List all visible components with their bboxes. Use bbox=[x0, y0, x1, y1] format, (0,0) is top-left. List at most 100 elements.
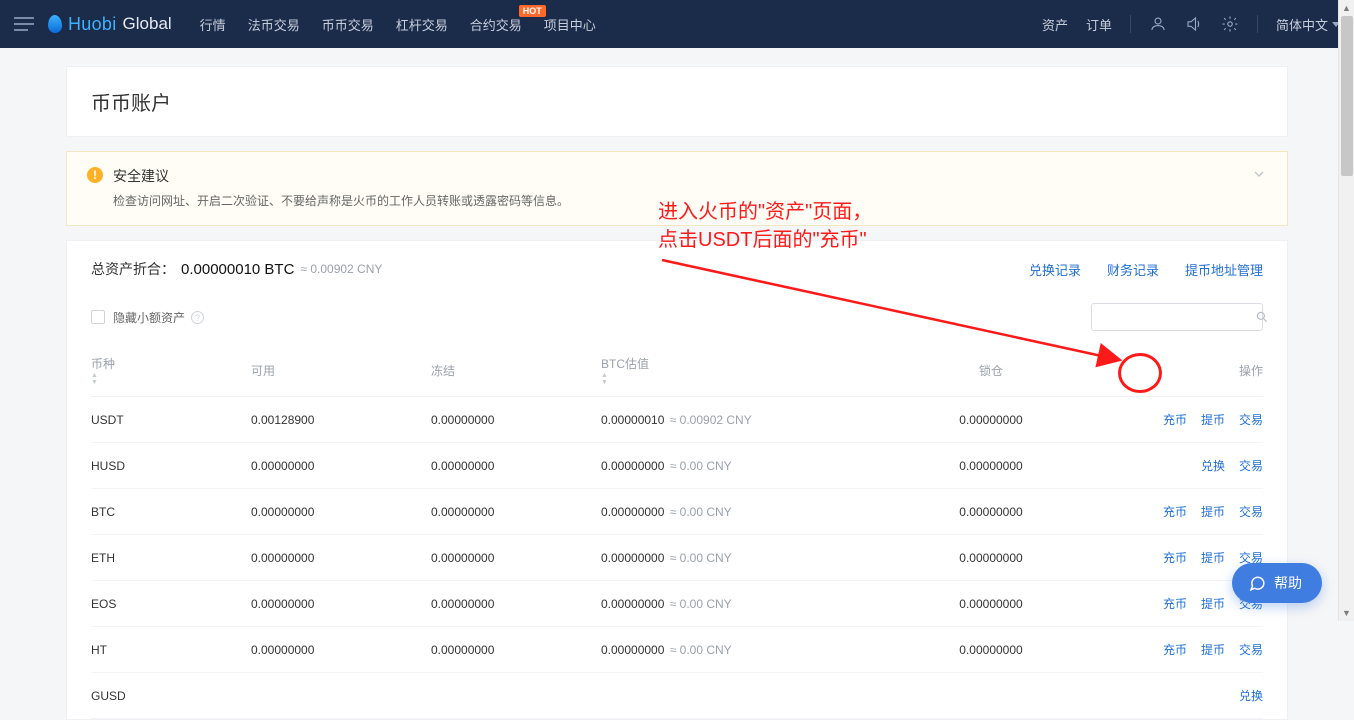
page-title: 币币账户 bbox=[66, 66, 1288, 137]
col-btc-value[interactable]: BTC估值▲▼ bbox=[601, 355, 901, 386]
right-nav: 资产 订单 简体中文 bbox=[1042, 15, 1340, 34]
search-box[interactable] bbox=[1091, 303, 1263, 331]
cell-lock: 0.00000000 bbox=[901, 413, 1081, 427]
cell-frozen: 0.00000000 bbox=[431, 459, 601, 473]
op-link[interactable]: 充币 bbox=[1163, 503, 1187, 520]
cell-lock: 0.00000000 bbox=[901, 643, 1081, 657]
divider bbox=[1257, 15, 1258, 33]
nav-item[interactable]: 杠杆交易 bbox=[396, 15, 448, 34]
scrollbar[interactable]: ▲ ▼ bbox=[1338, 0, 1354, 621]
col-frozen: 冻结 bbox=[431, 362, 601, 379]
nav-item[interactable]: 币币交易 bbox=[322, 15, 374, 34]
cell-lock: 0.00000000 bbox=[901, 597, 1081, 611]
scroll-thumb[interactable] bbox=[1341, 16, 1353, 176]
cell-lock: 0.00000000 bbox=[901, 551, 1081, 565]
total-btc: 0.00000010 BTC bbox=[181, 261, 294, 278]
help-label: 帮助 bbox=[1274, 573, 1302, 593]
cell-operations: 充币提币交易 bbox=[1081, 549, 1263, 566]
cell-available: 0.00000000 bbox=[251, 459, 431, 473]
col-lock: 锁仓 bbox=[901, 362, 1081, 379]
cell-coin: GUSD bbox=[91, 689, 251, 703]
op-link[interactable]: 提币 bbox=[1201, 595, 1225, 612]
logo[interactable]: Huobi Global bbox=[48, 14, 172, 35]
panel-link[interactable]: 财务记录 bbox=[1107, 260, 1159, 279]
security-banner: ! 安全建议 检查访问网址、开启二次验证、不要给声称是火币的工作人员转账或透露密… bbox=[66, 151, 1288, 226]
op-link[interactable]: 提币 bbox=[1201, 503, 1225, 520]
op-link[interactable]: 提币 bbox=[1201, 411, 1225, 428]
collapse-icon[interactable] bbox=[1251, 166, 1267, 187]
warning-title: 安全建议 bbox=[113, 166, 569, 186]
nav-item[interactable]: 法币交易 bbox=[248, 15, 300, 34]
op-link[interactable]: 提币 bbox=[1201, 549, 1225, 566]
table-row: ETH0.000000000.000000000.00000000 ≈ 0.00… bbox=[91, 535, 1263, 581]
cell-operations: 充币提币交易 bbox=[1081, 411, 1263, 428]
nav-orders[interactable]: 订单 bbox=[1086, 15, 1112, 34]
op-link[interactable]: 充币 bbox=[1163, 595, 1187, 612]
assets-panel: 总资产折合： 0.00000010 BTC ≈ 0.00902 CNY 兑换记录… bbox=[66, 240, 1288, 720]
nav-item[interactable]: 行情 bbox=[200, 15, 226, 34]
op-link[interactable]: 提币 bbox=[1201, 641, 1225, 658]
scroll-up-icon[interactable]: ▲ bbox=[1339, 0, 1354, 16]
cell-btc-value: 0.00000010 ≈ 0.00902 CNY bbox=[601, 413, 901, 427]
brand-primary: Huobi bbox=[68, 14, 117, 35]
table-row: GUSD 兑换 bbox=[91, 673, 1263, 719]
op-link[interactable]: 交易 bbox=[1239, 457, 1263, 474]
nav-item[interactable]: 项目中心 bbox=[544, 15, 596, 34]
cell-available: 0.00000000 bbox=[251, 597, 431, 611]
cell-operations: 充币提币交易 bbox=[1081, 641, 1263, 658]
cell-available: 0.00000000 bbox=[251, 643, 431, 657]
cell-frozen: 0.00000000 bbox=[431, 597, 601, 611]
help-button[interactable]: 帮助 bbox=[1232, 563, 1322, 603]
sort-icon: ▲▼ bbox=[601, 372, 901, 386]
col-available: 可用 bbox=[251, 362, 431, 379]
table-header: 币种▲▼ 可用 冻结 BTC估值▲▼ 锁仓 操作 bbox=[91, 345, 1263, 397]
cell-coin: ETH bbox=[91, 551, 251, 565]
search-icon[interactable] bbox=[1255, 310, 1269, 324]
panel-link[interactable]: 兑换记录 bbox=[1029, 260, 1081, 279]
warning-icon: ! bbox=[87, 167, 103, 183]
hot-badge: HOT bbox=[519, 5, 546, 17]
col-coin[interactable]: 币种▲▼ bbox=[91, 355, 251, 386]
cell-btc-value: 0.00000000 ≈ 0.00 CNY bbox=[601, 505, 901, 519]
cell-available: 0.00000000 bbox=[251, 505, 431, 519]
op-link[interactable]: 交易 bbox=[1239, 641, 1263, 658]
panel-links: 兑换记录 财务记录 提币地址管理 bbox=[1029, 260, 1263, 279]
warning-desc: 检查访问网址、开启二次验证、不要给声称是火币的工作人员转账或透露密码等信息。 bbox=[113, 192, 569, 209]
col-operations: 操作 bbox=[1081, 362, 1263, 379]
cell-btc-value: 0.00000000 ≈ 0.00 CNY bbox=[601, 459, 901, 473]
nav-item[interactable]: 合约交易HOT bbox=[470, 15, 522, 34]
op-link[interactable]: 兑换 bbox=[1239, 687, 1263, 704]
table-row: USDT0.00128900 0.000000000.00000010 ≈ 0.0… bbox=[91, 397, 1263, 443]
info-icon[interactable]: ? bbox=[191, 311, 204, 324]
op-link[interactable]: 充币 bbox=[1163, 641, 1187, 658]
cell-btc-value: 0.00000000 ≈ 0.00 CNY bbox=[601, 597, 901, 611]
gear-icon[interactable] bbox=[1221, 15, 1239, 33]
sort-icon: ▲▼ bbox=[91, 372, 251, 386]
total-label: 总资产折合： bbox=[91, 259, 175, 279]
top-nav-bar: Huobi Global 行情 法币交易 币币交易 杠杆交易 合约交易HOT 项目中心 资… bbox=[0, 0, 1354, 48]
op-link[interactable]: 交易 bbox=[1239, 411, 1263, 428]
table-row: HT0.000000000.000000000.00000000 ≈ 0.00 … bbox=[91, 627, 1263, 673]
cell-operations: 充币提币交易 bbox=[1081, 595, 1263, 612]
search-input[interactable] bbox=[1100, 310, 1255, 324]
flame-icon bbox=[48, 15, 63, 34]
user-icon[interactable] bbox=[1149, 15, 1167, 33]
cell-frozen: 0.00000000 bbox=[431, 643, 601, 657]
cell-coin: HUSD bbox=[91, 459, 251, 473]
panel-link[interactable]: 提币地址管理 bbox=[1185, 260, 1263, 279]
cell-coin: USDT bbox=[91, 413, 251, 427]
menu-icon[interactable] bbox=[14, 17, 34, 31]
cell-available: 0.00128900 bbox=[251, 413, 431, 427]
nav-assets[interactable]: 资产 bbox=[1042, 15, 1068, 34]
assets-table: 币种▲▼ 可用 冻结 BTC估值▲▼ 锁仓 操作 USDT0.00128900 0… bbox=[91, 345, 1263, 719]
language-selector[interactable]: 简体中文 bbox=[1276, 15, 1340, 34]
op-link[interactable]: 充币 bbox=[1163, 549, 1187, 566]
op-link[interactable]: 交易 bbox=[1239, 503, 1263, 520]
op-link[interactable]: 充币 bbox=[1163, 411, 1187, 428]
hide-small-checkbox[interactable] bbox=[91, 310, 105, 324]
op-link[interactable]: 兑换 bbox=[1201, 457, 1225, 474]
scroll-down-icon[interactable]: ▼ bbox=[1339, 605, 1354, 621]
sound-icon[interactable] bbox=[1185, 15, 1203, 33]
table-row: BTC0.000000000.000000000.00000000 ≈ 0.00… bbox=[91, 489, 1263, 535]
cell-available: 0.00000000 bbox=[251, 551, 431, 565]
